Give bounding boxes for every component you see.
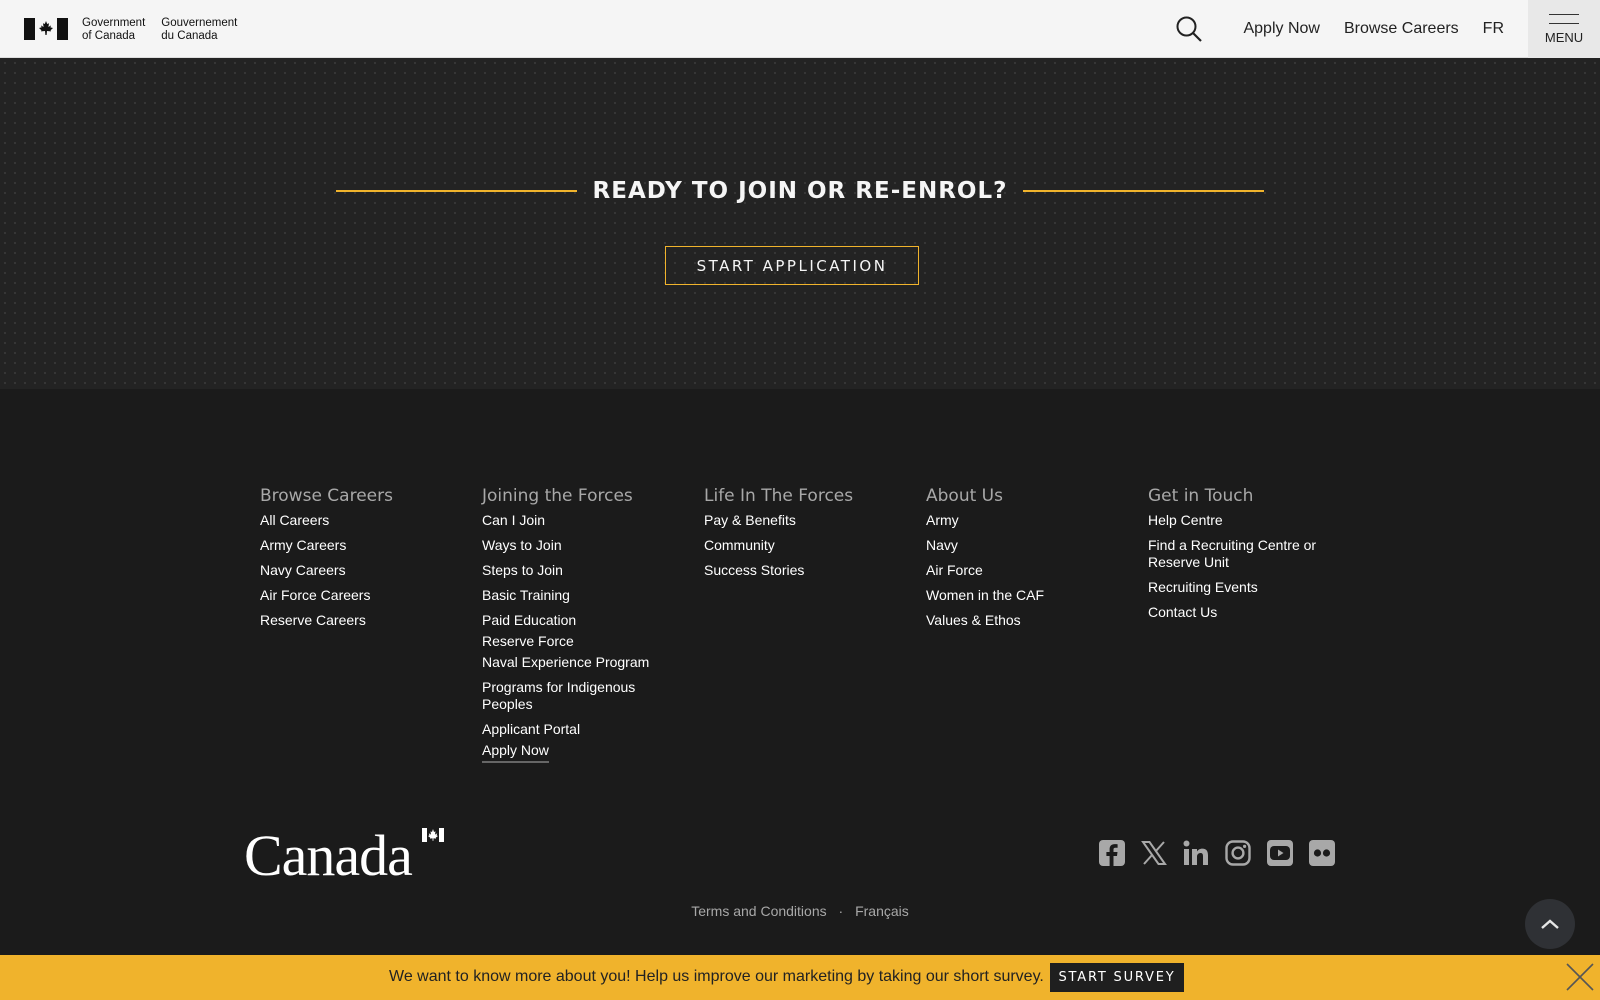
menu-button[interactable]: MENU bbox=[1528, 0, 1600, 58]
footer-link[interactable]: Navy Careers bbox=[260, 562, 440, 579]
footer-link[interactable]: Can I Join bbox=[482, 512, 662, 529]
flickr-icon[interactable] bbox=[1307, 838, 1337, 868]
gov-fr-text: Gouvernement du Canada bbox=[161, 17, 238, 42]
footer-col-browse-careers: Browse Careers All Careers Army Careers … bbox=[260, 486, 482, 771]
linkedin-icon[interactable] bbox=[1181, 838, 1211, 868]
cta-title-row: READY TO JOIN OR RE-ENROL? bbox=[336, 176, 1264, 206]
footer-link[interactable]: Programs for Indigenous Peoples bbox=[482, 679, 662, 713]
footer-link[interactable]: Navy bbox=[926, 537, 1106, 554]
footer-link[interactable]: Reserve Force bbox=[482, 633, 662, 650]
footer-link[interactable]: Women in the CAF bbox=[926, 587, 1106, 604]
language-toggle-fr[interactable]: FR bbox=[1483, 20, 1504, 38]
terms-link[interactable]: Terms and Conditions bbox=[691, 903, 826, 919]
footer-link[interactable]: Air Force Careers bbox=[260, 587, 440, 604]
cta-rule-left bbox=[336, 190, 577, 192]
footer-link[interactable]: Paid Education bbox=[482, 612, 662, 629]
footer-col-heading: Joining the Forces bbox=[482, 486, 633, 506]
footer-link[interactable]: Help Centre bbox=[1148, 512, 1328, 529]
social-links bbox=[1097, 838, 1349, 868]
cta-rule-right bbox=[1023, 190, 1264, 192]
start-application-button[interactable]: START APPLICATION bbox=[665, 246, 919, 285]
legal-links: Terms and Conditions · Français bbox=[0, 903, 1600, 919]
footer-col-heading: Get in Touch bbox=[1148, 486, 1254, 506]
footer-col-heading: Life In The Forces bbox=[704, 486, 854, 506]
footer-col-about-us: About Us Army Navy Air Force Women in th… bbox=[926, 486, 1148, 771]
footer-link[interactable]: Naval Experience Program bbox=[482, 654, 662, 671]
survey-text: We want to know more about you! Help us … bbox=[389, 968, 1044, 985]
gov-en-text: Government of Canada bbox=[82, 17, 146, 42]
menu-label: MENU bbox=[1544, 29, 1584, 45]
nav-browse-careers[interactable]: Browse Careers bbox=[1344, 20, 1459, 38]
footer-col-joining-the-forces: Joining the Forces Can I Join Ways to Jo… bbox=[482, 486, 704, 771]
chevron-up-icon bbox=[1541, 919, 1559, 929]
site-header: Government of Canada Gouvernement du Can… bbox=[0, 0, 1600, 58]
facebook-icon[interactable] bbox=[1097, 838, 1127, 868]
footer-link-columns: Browse Careers All Careers Army Careers … bbox=[260, 486, 1370, 771]
nav-apply-now[interactable]: Apply Now bbox=[1243, 20, 1319, 38]
legal-separator: · bbox=[838, 903, 844, 919]
footer-col-life-in-the-forces: Life In The Forces Pay & Benefits Commun… bbox=[704, 486, 926, 771]
footer-col-heading: Browse Careers bbox=[260, 486, 393, 506]
footer-link[interactable]: All Careers bbox=[260, 512, 440, 529]
join-cta-banner: READY TO JOIN OR RE-ENROL? START APPLICA… bbox=[0, 58, 1600, 389]
youtube-icon[interactable] bbox=[1265, 838, 1295, 868]
footer-link[interactable]: Reserve Careers bbox=[260, 612, 440, 629]
footer-link[interactable]: Army bbox=[926, 512, 1106, 529]
footer-link[interactable]: Air Force bbox=[926, 562, 1106, 579]
back-to-top-button[interactable] bbox=[1525, 899, 1575, 949]
footer-link[interactable]: Army Careers bbox=[260, 537, 440, 554]
canada-flag-icon bbox=[24, 18, 68, 40]
x-icon[interactable] bbox=[1139, 838, 1169, 868]
footer-col-get-in-touch: Get in Touch Help Centre Find a Recruiti… bbox=[1148, 486, 1370, 771]
close-icon[interactable] bbox=[1564, 961, 1596, 993]
footer-link[interactable]: Basic Training bbox=[482, 587, 662, 604]
footer-link[interactable]: Applicant Portal bbox=[482, 721, 662, 738]
footer-link[interactable]: Steps to Join bbox=[482, 562, 662, 579]
footer-link[interactable]: Find a Recruiting Centre or Reserve Unit bbox=[1148, 537, 1328, 571]
footer-link[interactable]: Recruiting Events bbox=[1148, 579, 1328, 596]
wordmark-flag-icon bbox=[422, 828, 444, 842]
search-icon[interactable] bbox=[1175, 15, 1203, 43]
government-of-canada-logo[interactable]: Government of Canada Gouvernement du Can… bbox=[24, 17, 253, 43]
footer-link-apply-now[interactable]: Apply Now bbox=[482, 742, 549, 763]
footer-link[interactable]: Values & Ethos bbox=[926, 612, 1106, 629]
hamburger-icon bbox=[1549, 13, 1579, 24]
header-nav: Apply Now Browse Careers FR bbox=[1175, 0, 1504, 58]
instagram-icon[interactable] bbox=[1223, 838, 1253, 868]
survey-banner: We want to know more about you! Help us … bbox=[0, 955, 1600, 1000]
footer-link[interactable]: Contact Us bbox=[1148, 604, 1328, 621]
francais-link[interactable]: Français bbox=[855, 903, 909, 919]
start-survey-button[interactable]: START SURVEY bbox=[1050, 963, 1184, 992]
footer-link[interactable]: Community bbox=[704, 537, 884, 554]
footer-link[interactable]: Success Stories bbox=[704, 562, 884, 579]
canada-wordmark: Canada bbox=[244, 823, 413, 888]
footer-link[interactable]: Ways to Join bbox=[482, 537, 662, 554]
footer-link[interactable]: Pay & Benefits bbox=[704, 512, 884, 529]
footer-col-heading: About Us bbox=[926, 486, 1003, 506]
cta-title: READY TO JOIN OR RE-ENROL? bbox=[592, 178, 1008, 204]
